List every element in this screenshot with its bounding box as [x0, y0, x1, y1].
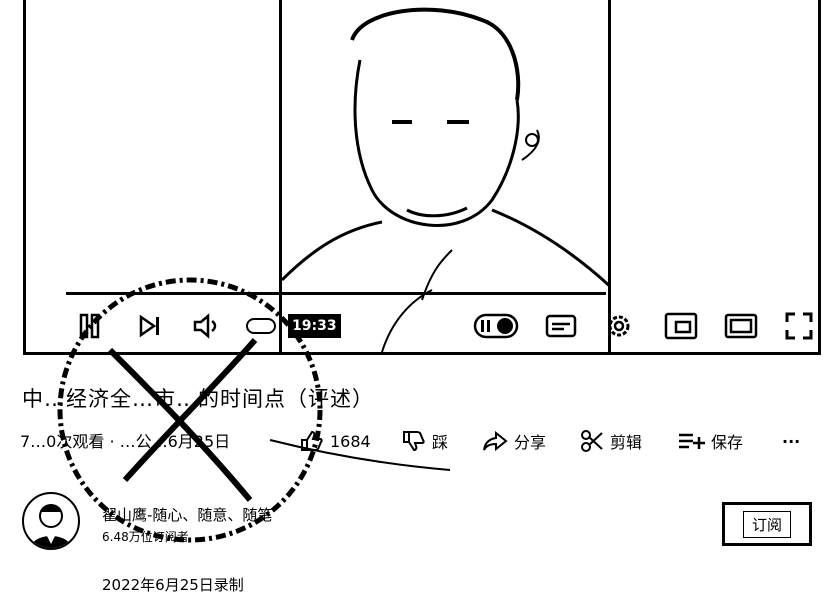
channel-name[interactable]: 翟山鹰-随心、随意、随笔 — [102, 504, 272, 525]
scissors-icon — [581, 430, 603, 452]
like-count: 1684 — [330, 431, 371, 451]
theater-icon — [724, 313, 758, 339]
dislike-label: 踩 — [432, 433, 449, 452]
video-person-image — [282, 7, 608, 352]
next-icon — [139, 314, 159, 338]
save-label: 保存 — [711, 433, 744, 452]
like-icon — [301, 430, 323, 451]
theater-button[interactable] — [721, 308, 761, 344]
next-button[interactable] — [136, 308, 164, 344]
avatar[interactable] — [22, 492, 80, 550]
fullscreen-icon — [785, 312, 813, 340]
gear-icon — [608, 315, 630, 337]
dislike-button[interactable]: 踩 — [402, 426, 448, 456]
video-title: 中…经济全…市…的时间点（评述） — [22, 387, 374, 411]
time-display: 19:33 — [288, 314, 341, 338]
fullscreen-button[interactable] — [781, 308, 817, 344]
video-frame[interactable] — [279, 0, 611, 352]
player-controls: 19:33 — [66, 308, 826, 344]
miniplayer-button[interactable] — [661, 308, 701, 344]
more-icon: ··· — [782, 431, 801, 451]
action-bar: 1684 踩 分享 剪辑 保存 ··· — [300, 426, 820, 456]
dislike-icon — [403, 431, 425, 452]
save-button[interactable]: 保存 — [677, 426, 743, 456]
subscribe-button[interactable]: 订阅 — [722, 502, 812, 546]
subtitles-icon — [545, 314, 577, 338]
share-button[interactable]: 分享 — [482, 426, 546, 456]
playlist-add-icon — [679, 433, 705, 449]
avatar-image — [30, 504, 72, 548]
pause-button[interactable] — [76, 308, 104, 344]
miniplayer-toggle-icon — [473, 313, 519, 339]
volume-icon — [193, 313, 217, 339]
share-icon — [483, 430, 508, 452]
clip-button[interactable]: 剪辑 — [580, 426, 642, 456]
clip-label: 剪辑 — [610, 433, 643, 452]
share-label: 分享 — [514, 433, 547, 452]
miniplayer-icon — [664, 312, 698, 340]
subtitles-button[interactable] — [541, 308, 581, 344]
settings-button[interactable] — [601, 308, 637, 344]
miniplayer-toggle[interactable] — [471, 308, 521, 344]
autoplay-toggle[interactable] — [241, 308, 281, 344]
subscribe-label: 订阅 — [742, 510, 791, 538]
autoplay-toggle-icon — [246, 318, 276, 334]
like-button[interactable]: 1684 — [300, 426, 371, 456]
more-button[interactable]: ··· — [782, 426, 800, 456]
recorded-date: 2022年6月25日录制 — [102, 576, 244, 594]
video-meta: 7…0次观看 · …公…6月25日 — [20, 432, 231, 451]
video-player[interactable]: 19:33 — [23, 0, 821, 355]
progress-bar[interactable] — [66, 292, 606, 295]
subscriber-count: 6.48万位订阅者 — [102, 530, 189, 544]
volume-button[interactable] — [191, 308, 223, 344]
pause-icon — [79, 313, 100, 339]
